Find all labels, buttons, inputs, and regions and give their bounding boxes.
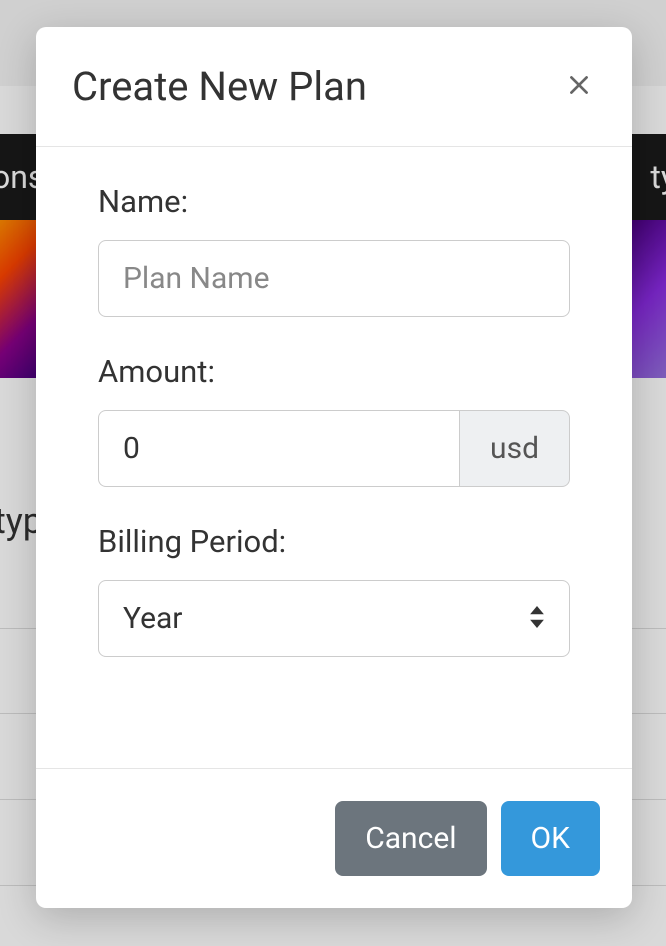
close-icon [566, 72, 592, 101]
amount-input-group: usd [98, 410, 570, 487]
name-label: Name: [98, 183, 570, 220]
amount-field-group: Amount: usd [98, 353, 570, 487]
amount-input[interactable] [98, 410, 459, 487]
billing-period-label: Billing Period: [98, 523, 570, 560]
ok-button[interactable]: OK [501, 801, 600, 876]
billing-period-field-group: Billing Period: Year [98, 523, 570, 657]
modal-title: Create New Plan [72, 63, 367, 110]
amount-label: Amount: [98, 353, 570, 390]
modal-footer: Cancel OK [36, 768, 632, 908]
name-field-group: Name: [98, 183, 570, 317]
billing-period-select[interactable]: Year [98, 580, 570, 657]
modal-header: Create New Plan [36, 27, 632, 147]
plan-name-input[interactable] [98, 240, 570, 317]
create-plan-modal: Create New Plan Name: Amount: usd Billin… [36, 27, 632, 908]
billing-period-select-wrapper: Year [98, 580, 570, 657]
close-button[interactable] [562, 68, 596, 105]
modal-body: Name: Amount: usd Billing Period: Year [36, 147, 632, 768]
currency-addon: usd [459, 410, 570, 487]
cancel-button[interactable]: Cancel [335, 801, 486, 876]
